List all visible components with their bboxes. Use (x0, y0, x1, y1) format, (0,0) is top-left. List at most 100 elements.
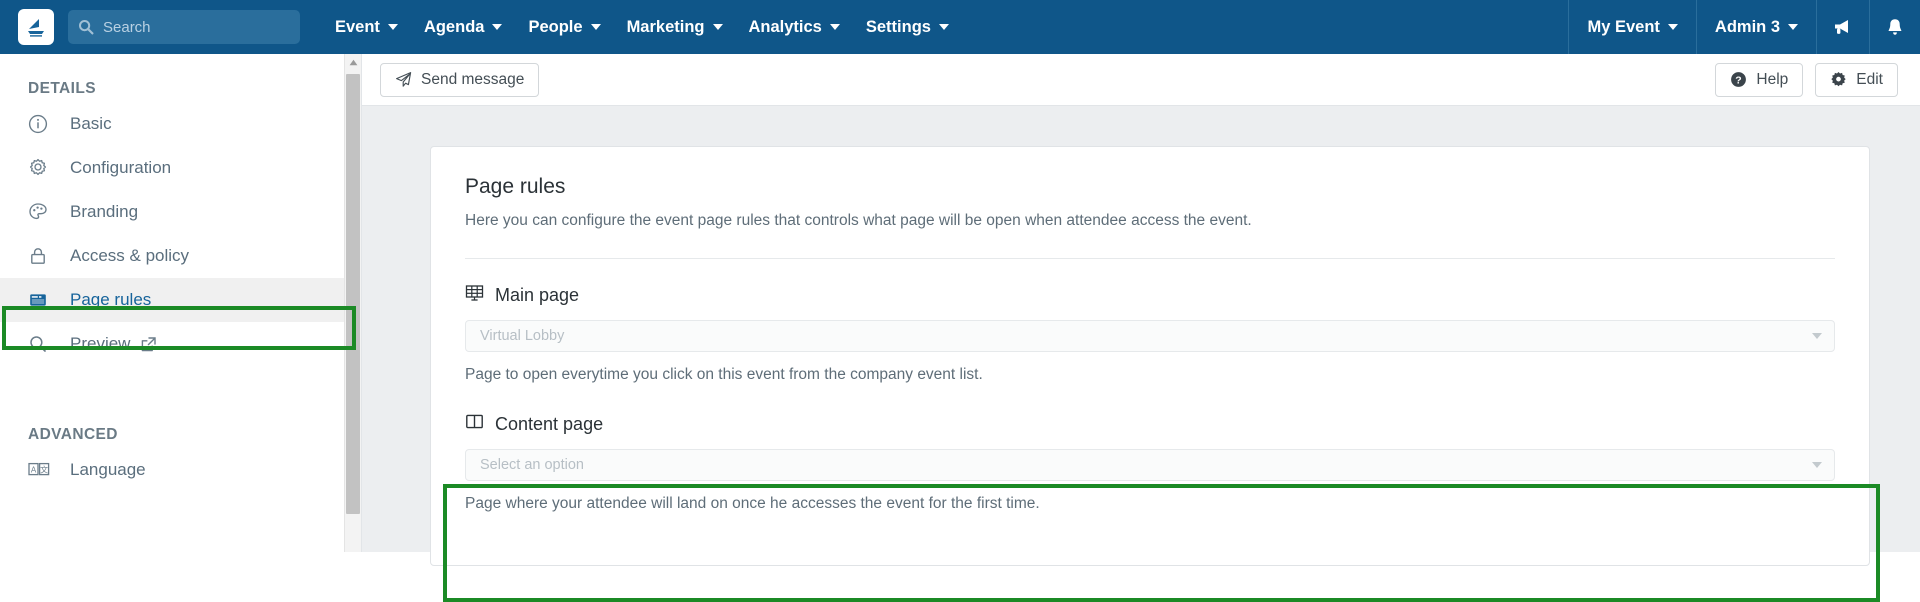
sidebar-item-label: Page rules (70, 290, 152, 309)
scroll-up-arrow-icon[interactable] (345, 54, 361, 71)
sidebar-item-label: Configuration (70, 158, 172, 177)
nav-item-label: Analytics (748, 17, 822, 36)
search-icon (79, 20, 94, 35)
paper-plane-icon (396, 72, 412, 87)
toolbar-right-group: ? Help Edit (1715, 62, 1898, 97)
app-logo-glyph (28, 19, 44, 37)
top-navigation-bar: Event Agenda People Marketing Analytics … (0, 0, 1920, 54)
nav-item-marketing[interactable]: Marketing (614, 0, 736, 54)
chevron-down-icon (492, 24, 503, 30)
page-body: DETAILS Basic Configuration Branding Acc… (0, 54, 1920, 602)
main-page-help-text: Page to open everytime you click on this… (465, 366, 983, 383)
page-title: Page rules (465, 175, 566, 198)
main-page-select[interactable]: Virtual Lobby (465, 320, 1835, 352)
help-button[interactable]: ? Help (1715, 62, 1804, 97)
chevron-down-icon (829, 24, 840, 30)
svg-text:文: 文 (40, 464, 48, 474)
content-page-help-text: Page where your attendee will land on on… (465, 495, 1040, 512)
sidebar-item-access-policy[interactable]: Access & policy (0, 234, 361, 278)
nav-item-agenda[interactable]: Agenda (411, 0, 516, 54)
nav-item-analytics[interactable]: Analytics (736, 0, 853, 54)
field-label-text: Main page (495, 284, 580, 305)
content-page-select[interactable]: Select an option (465, 449, 1835, 481)
chevron-down-icon (1667, 24, 1678, 30)
sidebar-item-configuration[interactable]: Configuration (0, 146, 361, 190)
my-event-menu[interactable]: My Event (1568, 0, 1695, 54)
nav-item-event[interactable]: Event (322, 0, 411, 54)
search-input[interactable] (103, 18, 290, 36)
my-event-label: My Event (1587, 17, 1660, 36)
palette-icon (28, 202, 54, 222)
magnifier-icon (28, 334, 54, 354)
help-label: Help (1756, 70, 1789, 88)
admin-account-label: Admin 3 (1714, 17, 1780, 36)
translate-icon: A 文 (28, 462, 54, 478)
page-subtitle: Here you can configure the event page ru… (465, 212, 1252, 229)
chevron-down-icon (938, 24, 949, 30)
sidebar-item-label: Preview (70, 334, 131, 353)
sidebar-section-title-details: DETAILS (28, 80, 96, 97)
sidebar-item-label: Access & policy (70, 246, 190, 265)
admin-account-menu[interactable]: Admin 3 (1695, 0, 1816, 54)
svg-text:A: A (31, 465, 37, 474)
app-logo-icon[interactable] (18, 9, 54, 45)
announcements-button[interactable] (1816, 0, 1869, 54)
nav-item-label: Event (335, 17, 380, 36)
content-toolbar: Send message ? Help Edit (362, 54, 1920, 106)
edit-label: Edit (1856, 70, 1883, 88)
sidebar-item-label: Branding (70, 202, 139, 221)
chevron-down-icon (1788, 24, 1798, 30)
main-page-select-value: Virtual Lobby (480, 328, 565, 344)
external-link-icon (140, 336, 157, 353)
sidebar-item-label: Language (70, 460, 146, 479)
gear-icon (1831, 71, 1846, 87)
left-sidebar: DETAILS Basic Configuration Branding Acc… (0, 54, 362, 552)
nav-item-label: People (528, 17, 583, 36)
info-circle-icon (28, 114, 54, 134)
search-box[interactable] (68, 10, 300, 44)
main-menu: Event Agenda People Marketing Analytics … (322, 0, 962, 54)
sidebar-item-preview[interactable]: Preview (0, 322, 361, 366)
send-message-button[interactable]: Send message (380, 62, 540, 97)
chevron-down-icon (1812, 333, 1822, 339)
chevron-down-icon (387, 24, 398, 30)
chevron-down-icon (1812, 462, 1822, 468)
sidebar-item-label: Basic (70, 114, 112, 133)
grid-layout-icon (465, 283, 484, 307)
sidebar-section-title-advanced: ADVANCED (28, 426, 118, 443)
sidebar-item-page-rules[interactable]: Page rules (0, 278, 361, 322)
sidebar-scrollbar[interactable] (344, 54, 361, 552)
notifications-button[interactable] (1869, 0, 1920, 54)
page-rules-card: Page rules Here you can configure the ev… (430, 146, 1870, 566)
content-page-select-value: Select an option (480, 457, 584, 473)
nav-item-settings[interactable]: Settings (853, 0, 962, 54)
nav-item-label: Marketing (626, 17, 705, 36)
sidebar-item-language[interactable]: A 文 Language (0, 448, 361, 492)
top-nav-right-group: My Event Admin 3 (1568, 0, 1920, 54)
question-circle-icon: ? (1731, 72, 1747, 87)
send-message-label: Send message (421, 70, 525, 88)
svg-text:?: ? (1736, 74, 1742, 86)
chevron-down-icon (590, 24, 601, 30)
field-label-content-page: Content page (465, 412, 1835, 436)
field-main-page: Main page Virtual Lobby Page to open eve… (465, 259, 1835, 384)
two-column-layout-icon (465, 412, 484, 436)
field-content-page: Content page Select an option Page where… (465, 384, 1835, 513)
edit-button[interactable]: Edit (1815, 62, 1898, 97)
sidebar-item-basic[interactable]: Basic (0, 102, 361, 146)
browser-window-icon (28, 290, 54, 310)
lock-icon (28, 246, 54, 266)
chevron-down-icon (712, 24, 723, 30)
sidebar-item-branding[interactable]: Branding (0, 190, 361, 234)
field-label-text: Content page (495, 413, 604, 434)
gear-icon (28, 158, 54, 178)
nav-item-people[interactable]: People (515, 0, 613, 54)
sidebar-scrollbar-thumb[interactable] (346, 74, 360, 514)
field-label-main-page: Main page (465, 283, 1835, 307)
main-content-area: Send message ? Help Edit Page rules Here… (362, 54, 1920, 566)
bell-icon (1888, 18, 1902, 35)
nav-item-label: Settings (865, 17, 931, 36)
nav-item-label: Agenda (423, 17, 485, 36)
content-scroll-region: Page rules Here you can configure the ev… (362, 106, 1920, 566)
